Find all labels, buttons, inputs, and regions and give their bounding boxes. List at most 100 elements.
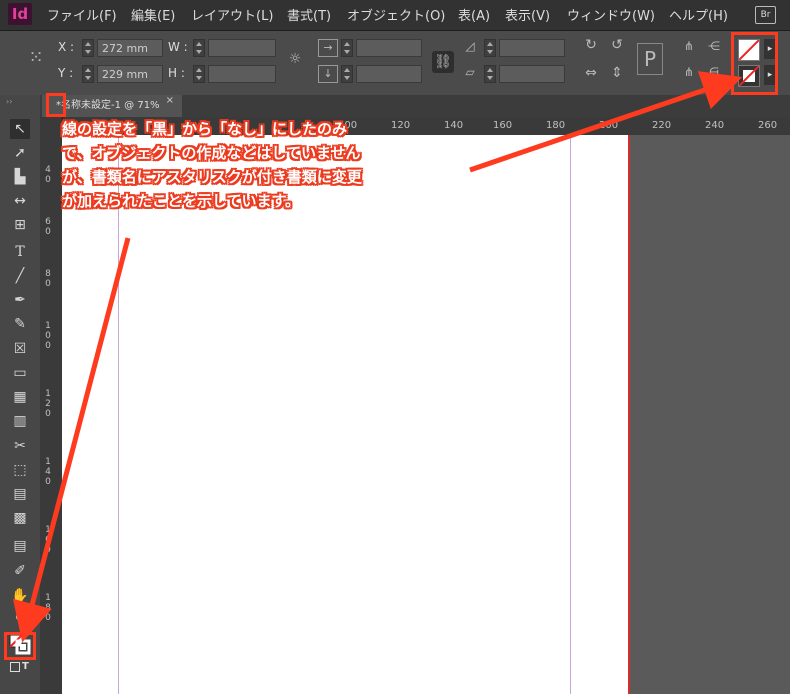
select-next-icon[interactable]: ⋳	[704, 65, 724, 79]
scale-x-stepper[interactable]	[341, 39, 353, 57]
hruler-tick: 240	[705, 120, 725, 131]
y-label: Y :	[58, 66, 74, 80]
annotation-line: で、オブジェクトの作成などはしていません	[62, 144, 361, 162]
annotation-line: 線の設定を「黒」から「なし」にしたのみ	[62, 120, 348, 138]
menu-view[interactable]: 表示(V)	[505, 5, 550, 24]
document-canvas[interactable]	[62, 135, 790, 694]
w-stepper[interactable]	[193, 39, 205, 57]
vruler-tick: 8 0	[45, 269, 51, 289]
grid-tool-icon[interactable]: ▥	[10, 411, 30, 431]
line-tool-icon[interactable]: ╱	[10, 266, 30, 286]
gradient-feather-tool-icon[interactable]: ▩	[10, 508, 30, 528]
scale-y-stepper[interactable]	[341, 65, 353, 83]
selection-tool-icon[interactable]: ↖	[10, 119, 30, 139]
pencil-tool-icon[interactable]: ✎	[10, 314, 30, 334]
bridge-button[interactable]: Br	[755, 6, 776, 24]
menu-help[interactable]: ヘルプ(H)	[669, 5, 728, 24]
x-field[interactable]: 272 mm	[97, 39, 163, 57]
menu-bar: Id ファイル(F) 編集(E) レイアウト(L) 書式(T) オブジェクト(O…	[0, 0, 790, 31]
select-content-icon[interactable]: ⋔	[680, 65, 698, 79]
menu-object[interactable]: オブジェクト(O)	[347, 5, 445, 24]
scissors-tool-icon[interactable]: ✂	[10, 436, 30, 456]
gap-tool-icon[interactable]: ↔	[10, 191, 30, 211]
shear-field[interactable]	[499, 65, 565, 83]
rotate-stepper[interactable]	[484, 39, 496, 57]
scale-y-icon: ↓	[318, 65, 338, 83]
y-field[interactable]: 229 mm	[97, 65, 163, 83]
close-tab-icon[interactable]: ×	[166, 95, 174, 106]
menu-type[interactable]: 書式(T)	[287, 5, 331, 24]
shear-angle-icon: ▱	[465, 65, 475, 79]
content-collector-tool-icon[interactable]: ⊞	[10, 215, 30, 235]
document-title: *名称未設定-1 @ 71%	[56, 100, 160, 111]
vruler-tick: 1 6 0	[45, 525, 51, 555]
rotate-angle-icon: ◿	[465, 39, 475, 53]
vruler-tick: 1 8 0	[45, 593, 51, 623]
h-field[interactable]	[208, 65, 276, 83]
hand-tool-icon[interactable]: ✋	[10, 586, 30, 606]
hruler-tick: 220	[652, 120, 672, 131]
eyedropper-tool-icon[interactable]: ✐	[10, 561, 30, 581]
flip-horizontal-icon[interactable]: ⇔	[582, 65, 600, 81]
x-stepper[interactable]	[82, 39, 94, 57]
toolbox-highlight-box	[4, 632, 36, 660]
scale-x-icon: →	[318, 39, 338, 57]
annotation-line: が、書類名にアスタリスクが付き書類に変更	[62, 168, 362, 186]
scale-x-field[interactable]	[356, 39, 422, 57]
table-tool-icon[interactable]: ▦	[10, 387, 30, 407]
rectangle-frame-tool-icon[interactable]: ☒	[10, 339, 30, 359]
vertical-ruler: 4 0 6 0 8 0 1 0 0 1 2 0 1 4 0 1 6 0 1 8 …	[40, 117, 63, 694]
shear-stepper[interactable]	[484, 65, 496, 83]
w-field[interactable]	[208, 39, 276, 57]
menu-file[interactable]: ファイル(F)	[47, 5, 117, 24]
annotation-line: が加えられたことを示しています。	[62, 192, 301, 210]
rotate-cw-icon[interactable]: ↻	[582, 37, 600, 53]
direct-selection-tool-icon[interactable]: ➚	[10, 143, 30, 163]
bleed-guide	[628, 135, 630, 694]
reference-point-icon[interactable]: ⁙	[24, 47, 48, 68]
vruler-tick: 4 0	[45, 165, 51, 185]
vruler-tick: 1 4 0	[45, 457, 51, 487]
page-tool-icon[interactable]: ▙	[10, 167, 30, 187]
menu-edit[interactable]: 編集(E)	[131, 5, 175, 24]
note-tool-icon[interactable]: ▤	[10, 536, 30, 556]
control-panel: ⁙ X : 272 mm Y : 229 mm W : H : ☼ → ↓ ⛓ …	[0, 31, 790, 96]
h-stepper[interactable]	[193, 65, 205, 83]
menu-table[interactable]: 表(A)	[458, 5, 490, 24]
scale-y-field[interactable]	[356, 65, 422, 83]
select-previous-icon[interactable]: ⋲	[704, 39, 724, 53]
hruler-tick: 200	[599, 120, 619, 131]
asterisk-highlight-box	[46, 93, 66, 117]
document-tab-bar: *名称未設定-1 @ 71% ×	[40, 93, 790, 117]
menu-layout[interactable]: レイアウト(L)	[191, 5, 273, 24]
vruler-tick: 1 2 0	[45, 389, 51, 419]
rectangle-tool-icon[interactable]: ▭	[10, 363, 30, 383]
type-tool-icon[interactable]: T	[10, 242, 30, 262]
x-label: X :	[58, 40, 75, 54]
indesign-logo: Id	[8, 3, 32, 25]
link-icon[interactable]: ⛓	[432, 51, 454, 73]
hruler-tick: 180	[546, 120, 566, 131]
format-container-icon[interactable]	[10, 662, 20, 672]
zoom-tool-icon[interactable]: ⚲	[10, 609, 30, 629]
constrain-proportions-icon[interactable]: ☼	[284, 51, 306, 67]
free-transform-tool-icon[interactable]: ⬚	[10, 460, 30, 480]
document-page[interactable]	[62, 135, 628, 694]
paragraph-p-icon: P	[637, 43, 663, 75]
rotate-field[interactable]	[499, 39, 565, 57]
w-label: W :	[168, 40, 188, 54]
select-container-icon[interactable]: ⋔	[680, 39, 698, 53]
pen-tool-icon[interactable]: ✒	[10, 290, 30, 310]
tools-panel: ›› ↖ ➚ ▙ ↔ ⊞ T ╱ ✒ ✎ ☒ ▭ ▦ ▥ ✂ ⬚ ▤ ▩ ▤ ✐…	[0, 95, 41, 694]
vruler-tick: 1 0 0	[45, 321, 51, 351]
menu-window[interactable]: ウィンドウ(W)	[567, 5, 655, 24]
format-text-icon[interactable]: T	[22, 661, 29, 672]
flip-vertical-icon[interactable]: ⇕	[608, 65, 626, 81]
rotate-ccw-icon[interactable]: ↺	[608, 37, 626, 53]
y-stepper[interactable]	[82, 65, 94, 83]
vruler-tick: 6 0	[45, 217, 51, 237]
h-label: H :	[168, 66, 185, 80]
annotation-callout: 線の設定を「黒」から「なし」にしたのみ で、オブジェクトの作成などはしていません…	[62, 117, 492, 213]
gradient-swatch-tool-icon[interactable]: ▤	[10, 484, 30, 504]
panel-collapse-icon[interactable]: ››	[6, 97, 12, 106]
